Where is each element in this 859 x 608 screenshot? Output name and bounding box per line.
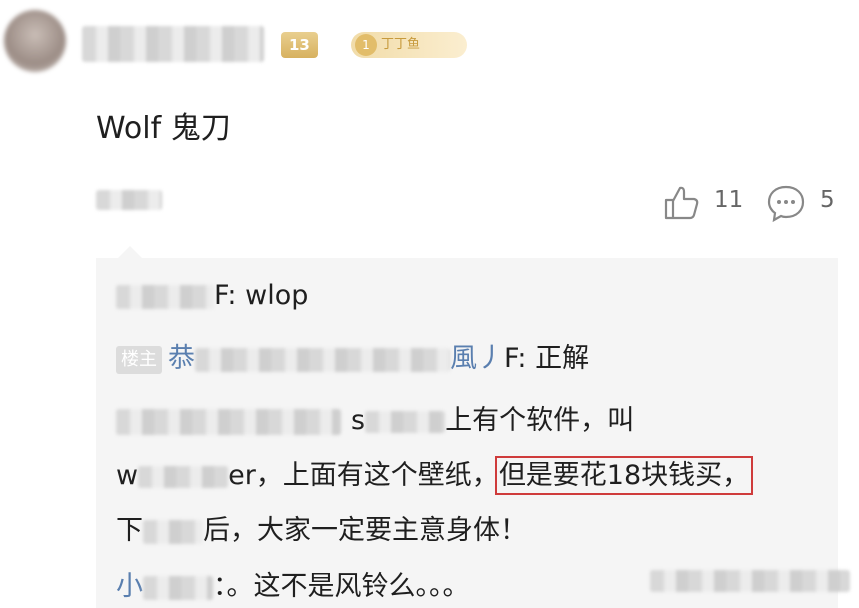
- comment-bubble-icon[interactable]: [766, 183, 806, 223]
- reply-4-highlight: 但是要花18块钱买，: [494, 456, 754, 495]
- reply-count: 5: [820, 187, 835, 213]
- reply-line-5[interactable]: 下 后，大家一定要主意身体！: [116, 508, 527, 547]
- reply-1-name-blurred: [116, 284, 214, 309]
- reply-box: F: wlop 楼主恭 風丿F: 正解 s 上有个软件，叫 w er，上面有这个壁纸，…: [96, 246, 838, 608]
- reply-3-s: s: [351, 405, 366, 436]
- reply-2-name-blurred: [195, 347, 450, 372]
- comment-time-blurred: [96, 190, 162, 210]
- reply-3-text: 上有个软件，叫: [445, 405, 635, 436]
- level-badge: 13: [281, 32, 318, 58]
- reply-4-prefix: w: [116, 460, 139, 491]
- reply-line-1[interactable]: F: wlop: [116, 280, 308, 311]
- reply-line-6[interactable]: 小 ：。这不是风铃么。。。: [116, 564, 470, 603]
- reply-2-name-start: 恭: [168, 343, 195, 374]
- reply-line-3[interactable]: s 上有个软件，叫: [116, 398, 634, 437]
- reply-2-text: F: 正解: [504, 343, 590, 374]
- owner-tag: 楼主: [116, 345, 162, 374]
- fan-badge: 1 丁丁鱼: [351, 32, 467, 58]
- reply-6-name: 小: [116, 571, 143, 602]
- reply-3-mid-blurred: [365, 410, 446, 433]
- reply-6-text: ：。这不是风铃么。。。: [213, 571, 470, 602]
- thumbs-up-icon[interactable]: [660, 182, 700, 222]
- reply-2-name-end: 風丿: [450, 343, 504, 374]
- reply-3-name-blurred: [116, 408, 341, 435]
- comment-text: Wolf 鬼刀: [96, 111, 231, 146]
- reply-4-text: er，上面有这个壁纸，: [228, 460, 499, 491]
- fan-badge-number: 1: [355, 34, 377, 56]
- reply-6-name-blurred: [143, 575, 213, 600]
- reply-5-prefix: 下: [116, 515, 143, 546]
- reply-5-blurred: [143, 519, 203, 544]
- fan-badge-label: 丁丁鱼: [381, 37, 421, 52]
- reply-line-2[interactable]: 楼主恭 風丿F: 正解: [116, 336, 589, 375]
- avatar[interactable]: [4, 10, 66, 72]
- username-blurred[interactable]: [82, 26, 264, 62]
- reply-line-4[interactable]: w er，上面有这个壁纸，但是要花18块钱买，: [116, 453, 754, 495]
- like-count: 11: [714, 187, 744, 213]
- reply-1-text: F: wlop: [214, 280, 309, 311]
- reply-4-blurred: [138, 465, 229, 488]
- watermark-blurred: [650, 570, 850, 592]
- reply-5-text: 后，大家一定要主意身体！: [203, 515, 527, 546]
